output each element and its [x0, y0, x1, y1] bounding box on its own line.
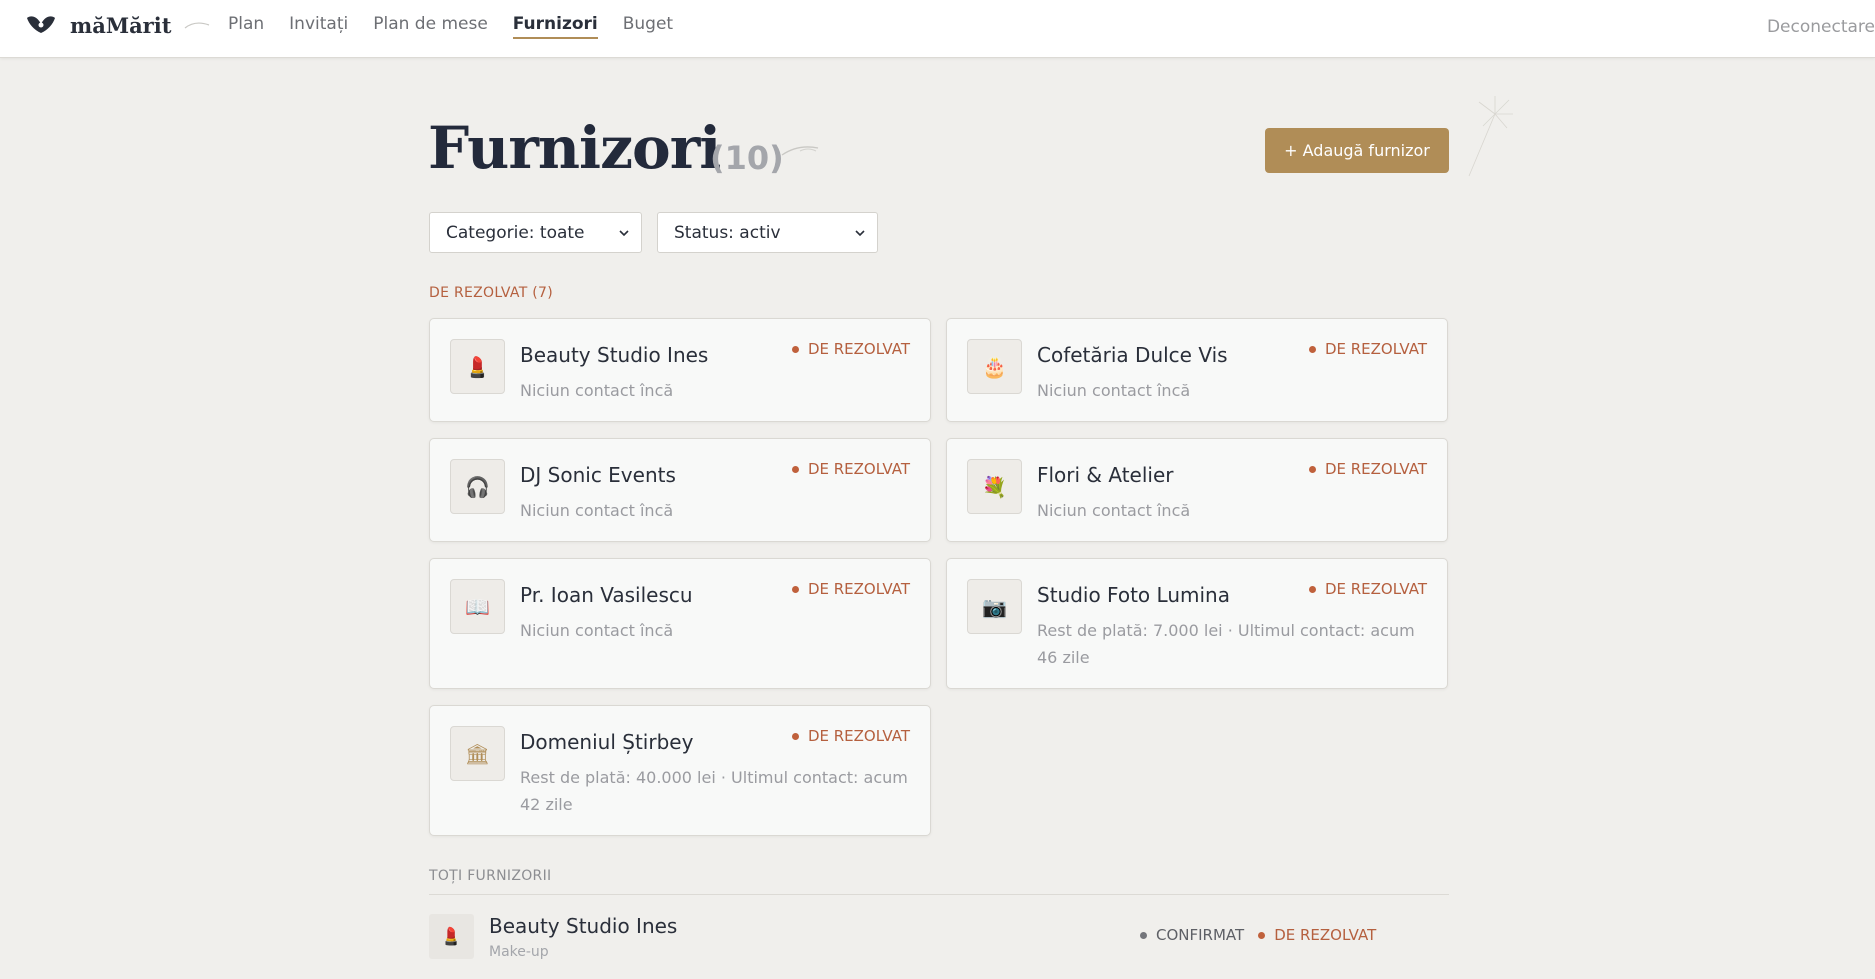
status-badge: DE REZOLVAT	[791, 580, 910, 598]
status-badge: DE REZOLVAT	[1308, 580, 1427, 598]
lipstick-icon: 💄	[429, 914, 474, 959]
bouquet-icon: 💐	[967, 459, 1022, 514]
vendor-card[interactable]: 💐 Flori & Atelier Niciun contact încă DE…	[946, 438, 1448, 542]
pending-badge: DE REZOLVAT	[1258, 926, 1376, 944]
vendor-name: Beauty Studio Ines	[489, 914, 678, 938]
logout-link[interactable]: Deconectare	[1767, 17, 1875, 37]
status-dot	[1258, 931, 1266, 939]
status-badge: DE REZOLVAT	[1308, 340, 1427, 358]
status-badge: DE REZOLVAT	[791, 727, 910, 745]
vendor-name: Domeniul Știrbey	[520, 730, 694, 754]
brand-logo[interactable]: măMărit	[26, 12, 211, 38]
cake-icon: 🎂	[967, 339, 1022, 394]
vendor-contact-info: Niciun contact încă	[520, 621, 674, 640]
vendor-category: Make-up	[489, 944, 549, 960]
vendor-name: Pr. Ioan Vasilescu	[520, 583, 693, 607]
vendor-card[interactable]: 🎧 DJ Sonic Events Niciun contact încă DE…	[429, 438, 931, 542]
pending-section-label: DE REZOLVAT (7)	[429, 285, 554, 301]
vendor-contact-info: Rest de plată: 7.000 lei · Ultimul conta…	[1037, 621, 1415, 667]
vendor-card[interactable]: 📷 Studio Foto Lumina Rest de plată: 7.00…	[946, 558, 1448, 689]
nav-budget[interactable]: Buget	[623, 14, 673, 39]
status-badges: CONFIRMAT DE REZOLVAT	[1140, 926, 1390, 944]
camera-icon: 📷	[967, 579, 1022, 634]
sparkle-decoration-icon	[1468, 96, 1513, 177]
vendor-card[interactable]: 💄 Beauty Studio Ines Niciun contact încă…	[429, 318, 931, 422]
page-title: Furnizori	[428, 114, 721, 182]
vendor-contact-info: Niciun contact încă	[520, 381, 674, 400]
status-dot	[1308, 345, 1316, 353]
swoosh-decoration-icon	[185, 22, 210, 29]
add-vendor-button[interactable]: + Adaugă furnizor	[1265, 128, 1449, 173]
status-dot	[1308, 465, 1316, 473]
wings-logo-icon	[27, 16, 55, 33]
status-badge: DE REZOLVAT	[791, 460, 910, 478]
headphones-icon: 🎧	[450, 459, 505, 514]
vendor-name: Beauty Studio Ines	[520, 343, 709, 367]
all-vendors-section-label: TOȚI FURNIZORII	[429, 868, 552, 884]
brand-name: măMărit	[70, 12, 172, 38]
vendor-card[interactable]: 🏛 Domeniul Știrbey Rest de plată: 40.000…	[429, 705, 931, 836]
chevron-down-icon	[855, 230, 865, 237]
category-filter-value: Categorie: toate	[446, 223, 585, 243]
open-book-icon: 📖	[450, 579, 505, 634]
status-dot	[1140, 931, 1147, 939]
status-filter-select[interactable]: Status: activ	[657, 212, 878, 253]
vendor-contact-info: Niciun contact încă	[1037, 381, 1191, 400]
chevron-down-icon	[619, 230, 629, 237]
status-dot	[791, 585, 799, 593]
confirmed-badge: CONFIRMAT	[1140, 926, 1244, 944]
status-dot	[791, 345, 799, 353]
vendor-contact-info: Niciun contact încă	[520, 501, 674, 520]
status-filter-value: Status: activ	[674, 223, 781, 243]
status-dot	[791, 732, 799, 740]
vendor-contact-info: Niciun contact încă	[1037, 501, 1191, 520]
vendor-name: Cofetăria Dulce Vis	[1037, 343, 1228, 367]
main-nav: Plan Invitați Plan de mese Furnizori Bug…	[228, 14, 698, 39]
vendor-contact-info: Rest de plată: 40.000 lei · Ultimul cont…	[520, 768, 908, 814]
vendor-count: (10)	[710, 139, 784, 177]
nav-vendors[interactable]: Furnizori	[512, 14, 598, 39]
vendor-name: Studio Foto Lumina	[1037, 583, 1230, 607]
status-dot	[791, 465, 799, 473]
venue-icon: 🏛	[450, 726, 505, 781]
section-divider	[429, 894, 1449, 895]
status-dot	[1308, 585, 1316, 593]
status-badge: DE REZOLVAT	[1308, 460, 1427, 478]
swoosh-decoration-icon	[781, 146, 819, 156]
status-badge: DE REZOLVAT	[791, 340, 910, 358]
top-navigation-bar: măMărit Plan Invitați Plan de mese Furni…	[0, 0, 1875, 58]
category-filter-select[interactable]: Categorie: toate	[429, 212, 642, 253]
vendor-name: DJ Sonic Events	[520, 463, 676, 487]
vendor-name: Flori & Atelier	[1037, 463, 1174, 487]
nav-seating[interactable]: Plan de mese	[373, 14, 488, 39]
vendor-card[interactable]: 🎂 Cofetăria Dulce Vis Niciun contact înc…	[946, 318, 1448, 422]
nav-guests[interactable]: Invitați	[289, 14, 348, 39]
vendor-card[interactable]: 📖 Pr. Ioan Vasilescu Niciun contact încă…	[429, 558, 931, 689]
vendor-list-row[interactable]: 💄 Beauty Studio Ines Make-up CONFIRMAT D…	[429, 906, 1449, 962]
nav-plan[interactable]: Plan	[228, 14, 264, 39]
lipstick-icon: 💄	[450, 339, 505, 394]
